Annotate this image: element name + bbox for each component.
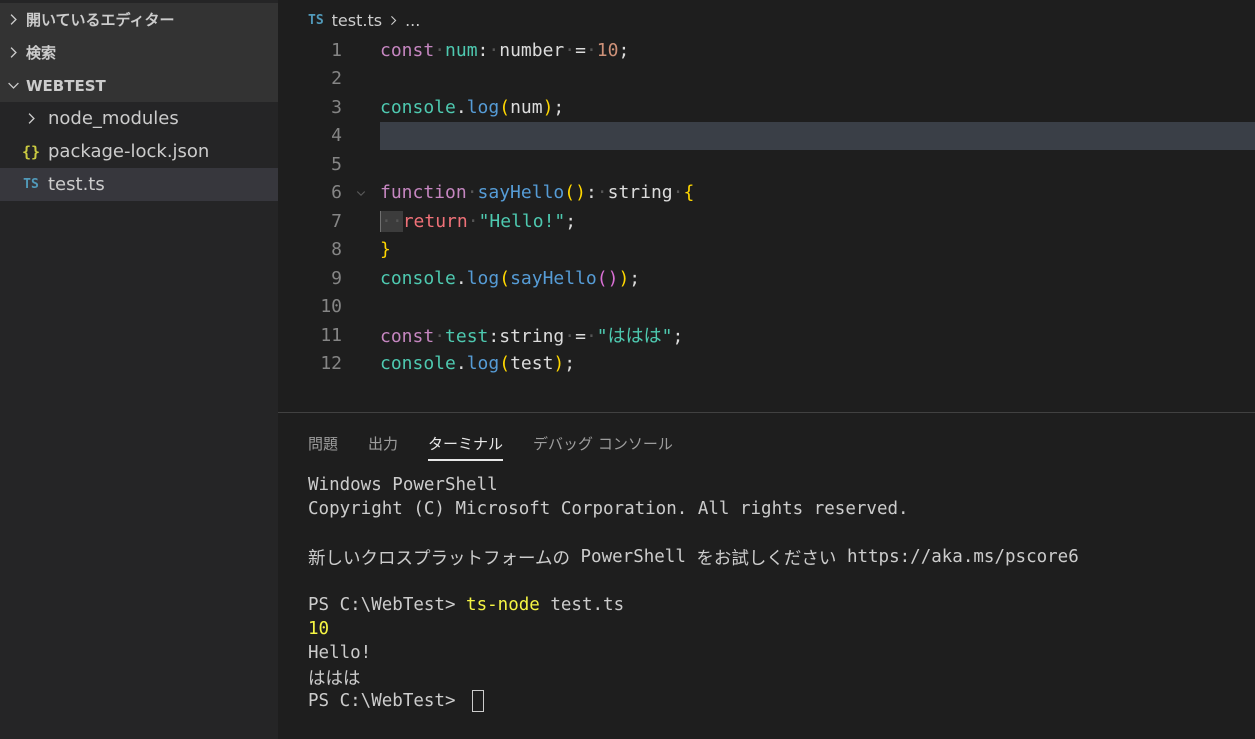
chevron-right-icon xyxy=(0,36,26,69)
explorer-sidebar: 開いているエディター 検索 WEBTEST node_modules {} pa… xyxy=(0,0,278,739)
code-line[interactable]: 2 xyxy=(278,65,1255,94)
code-text: const·num:·number·=·10; xyxy=(380,39,630,61)
terminal-output: ははは xyxy=(308,668,361,689)
workspace-section-header[interactable]: WEBTEST xyxy=(0,69,278,102)
panel-tabs: 問題 出力 ターミナル デバッグ コンソール xyxy=(308,425,703,461)
chevron-right-icon xyxy=(0,3,26,36)
tab-output[interactable]: 出力 xyxy=(368,425,398,461)
line-number: 10 xyxy=(320,296,342,318)
code-text: console.log(test); xyxy=(380,353,576,375)
typescript-file-icon: TS xyxy=(23,177,39,192)
tree-item-label: test.ts xyxy=(48,174,105,195)
code-line[interactable]: 7 ··return·"Hello!"; xyxy=(278,207,1255,236)
code-line[interactable]: 8 } xyxy=(278,236,1255,265)
code-editor[interactable]: TS test.ts ... 1 const·num:·number·=·10;… xyxy=(278,0,1255,412)
tab-debug-console[interactable]: デバッグ コンソール xyxy=(533,425,673,461)
code-line[interactable]: 1 const·num:·number·=·10; xyxy=(278,36,1255,65)
line-number: 2 xyxy=(331,68,342,90)
tree-item-test-ts[interactable]: TS test.ts xyxy=(0,168,278,201)
tree-item-label: node_modules xyxy=(48,108,179,129)
code-line[interactable]: 6 function·sayHello():·string·{ xyxy=(278,179,1255,208)
code-line-current[interactable]: 4 xyxy=(278,122,1255,151)
code-line[interactable]: 3 console.log(num); xyxy=(278,93,1255,122)
line-number: 4 xyxy=(331,125,342,147)
typescript-file-icon: TS xyxy=(308,12,324,28)
line-number: 1 xyxy=(331,39,342,61)
tree-item-package-lock[interactable]: {} package-lock.json xyxy=(0,135,278,168)
breadcrumb-more[interactable]: ... xyxy=(405,11,420,30)
search-section-header[interactable]: 検索 xyxy=(0,36,278,69)
line-number: 8 xyxy=(331,239,342,261)
terminal-line: 新しいクロスプラットフォームの PowerShell をお試しください http… xyxy=(308,547,1079,569)
search-section-label: 検索 xyxy=(26,44,57,62)
breadcrumb: TS test.ts ... xyxy=(308,9,420,31)
code-text: function·sayHello():·string·{ xyxy=(380,182,695,204)
code-text: } xyxy=(380,239,391,261)
code-text: console.log(sayHello()); xyxy=(380,267,641,289)
terminal-line: Windows PowerShell xyxy=(308,475,498,495)
line-number: 3 xyxy=(331,96,342,118)
code-line[interactable]: 12 console.log(test); xyxy=(278,350,1255,379)
chevron-down-icon xyxy=(0,69,26,102)
terminal-line: Copyright (C) Microsoft Corporation. All… xyxy=(308,499,909,519)
workspace-label: WEBTEST xyxy=(26,76,106,95)
code-text: const·test:string·=·"ははは"; xyxy=(380,326,684,348)
tab-terminal[interactable]: ターミナル xyxy=(428,425,504,461)
terminal-output: Hello! xyxy=(308,643,372,663)
tab-problems[interactable]: 問題 xyxy=(308,425,338,461)
terminal-prompt-line[interactable]: PS C:\WebTest> xyxy=(308,689,485,713)
code-line[interactable]: 5 xyxy=(278,150,1255,179)
open-editors-label: 開いているエディター xyxy=(26,11,175,29)
fold-chevron-icon[interactable] xyxy=(342,187,380,199)
code-line[interactable]: 9 console.log(sayHello()); xyxy=(278,264,1255,293)
breadcrumb-file[interactable]: test.ts xyxy=(332,11,382,30)
terminal-command: ts-node xyxy=(466,595,540,615)
line-number: 11 xyxy=(320,324,342,346)
code-line[interactable]: 11 const·test:string·=·"ははは"; xyxy=(278,321,1255,350)
line-number: 5 xyxy=(331,153,342,175)
terminal-line: PS C:\WebTest> ts-node test.ts xyxy=(308,595,625,615)
line-number: 9 xyxy=(331,267,342,289)
pscore-link[interactable]: https://aka.ms/pscore6 xyxy=(847,547,1079,567)
line-number: 7 xyxy=(331,210,342,232)
open-editors-section-header[interactable]: 開いているエディター xyxy=(0,3,278,36)
chevron-right-icon xyxy=(20,112,42,125)
tree-item-node-modules[interactable]: node_modules xyxy=(0,102,278,135)
bottom-panel: 問題 出力 ターミナル デバッグ コンソール Windows PowerShel… xyxy=(278,413,1255,739)
chevron-right-icon xyxy=(388,15,399,26)
terminal-output: 10 xyxy=(308,619,330,639)
terminal-cursor xyxy=(472,690,485,712)
code-text: ··return·"Hello!"; xyxy=(380,210,577,232)
line-number: 12 xyxy=(320,353,342,375)
code-line[interactable]: 10 xyxy=(278,293,1255,322)
json-file-icon: {} xyxy=(21,142,41,161)
line-number: 6 xyxy=(331,182,342,204)
code-text: console.log(num); xyxy=(380,96,565,118)
tree-item-label: package-lock.json xyxy=(48,141,210,162)
